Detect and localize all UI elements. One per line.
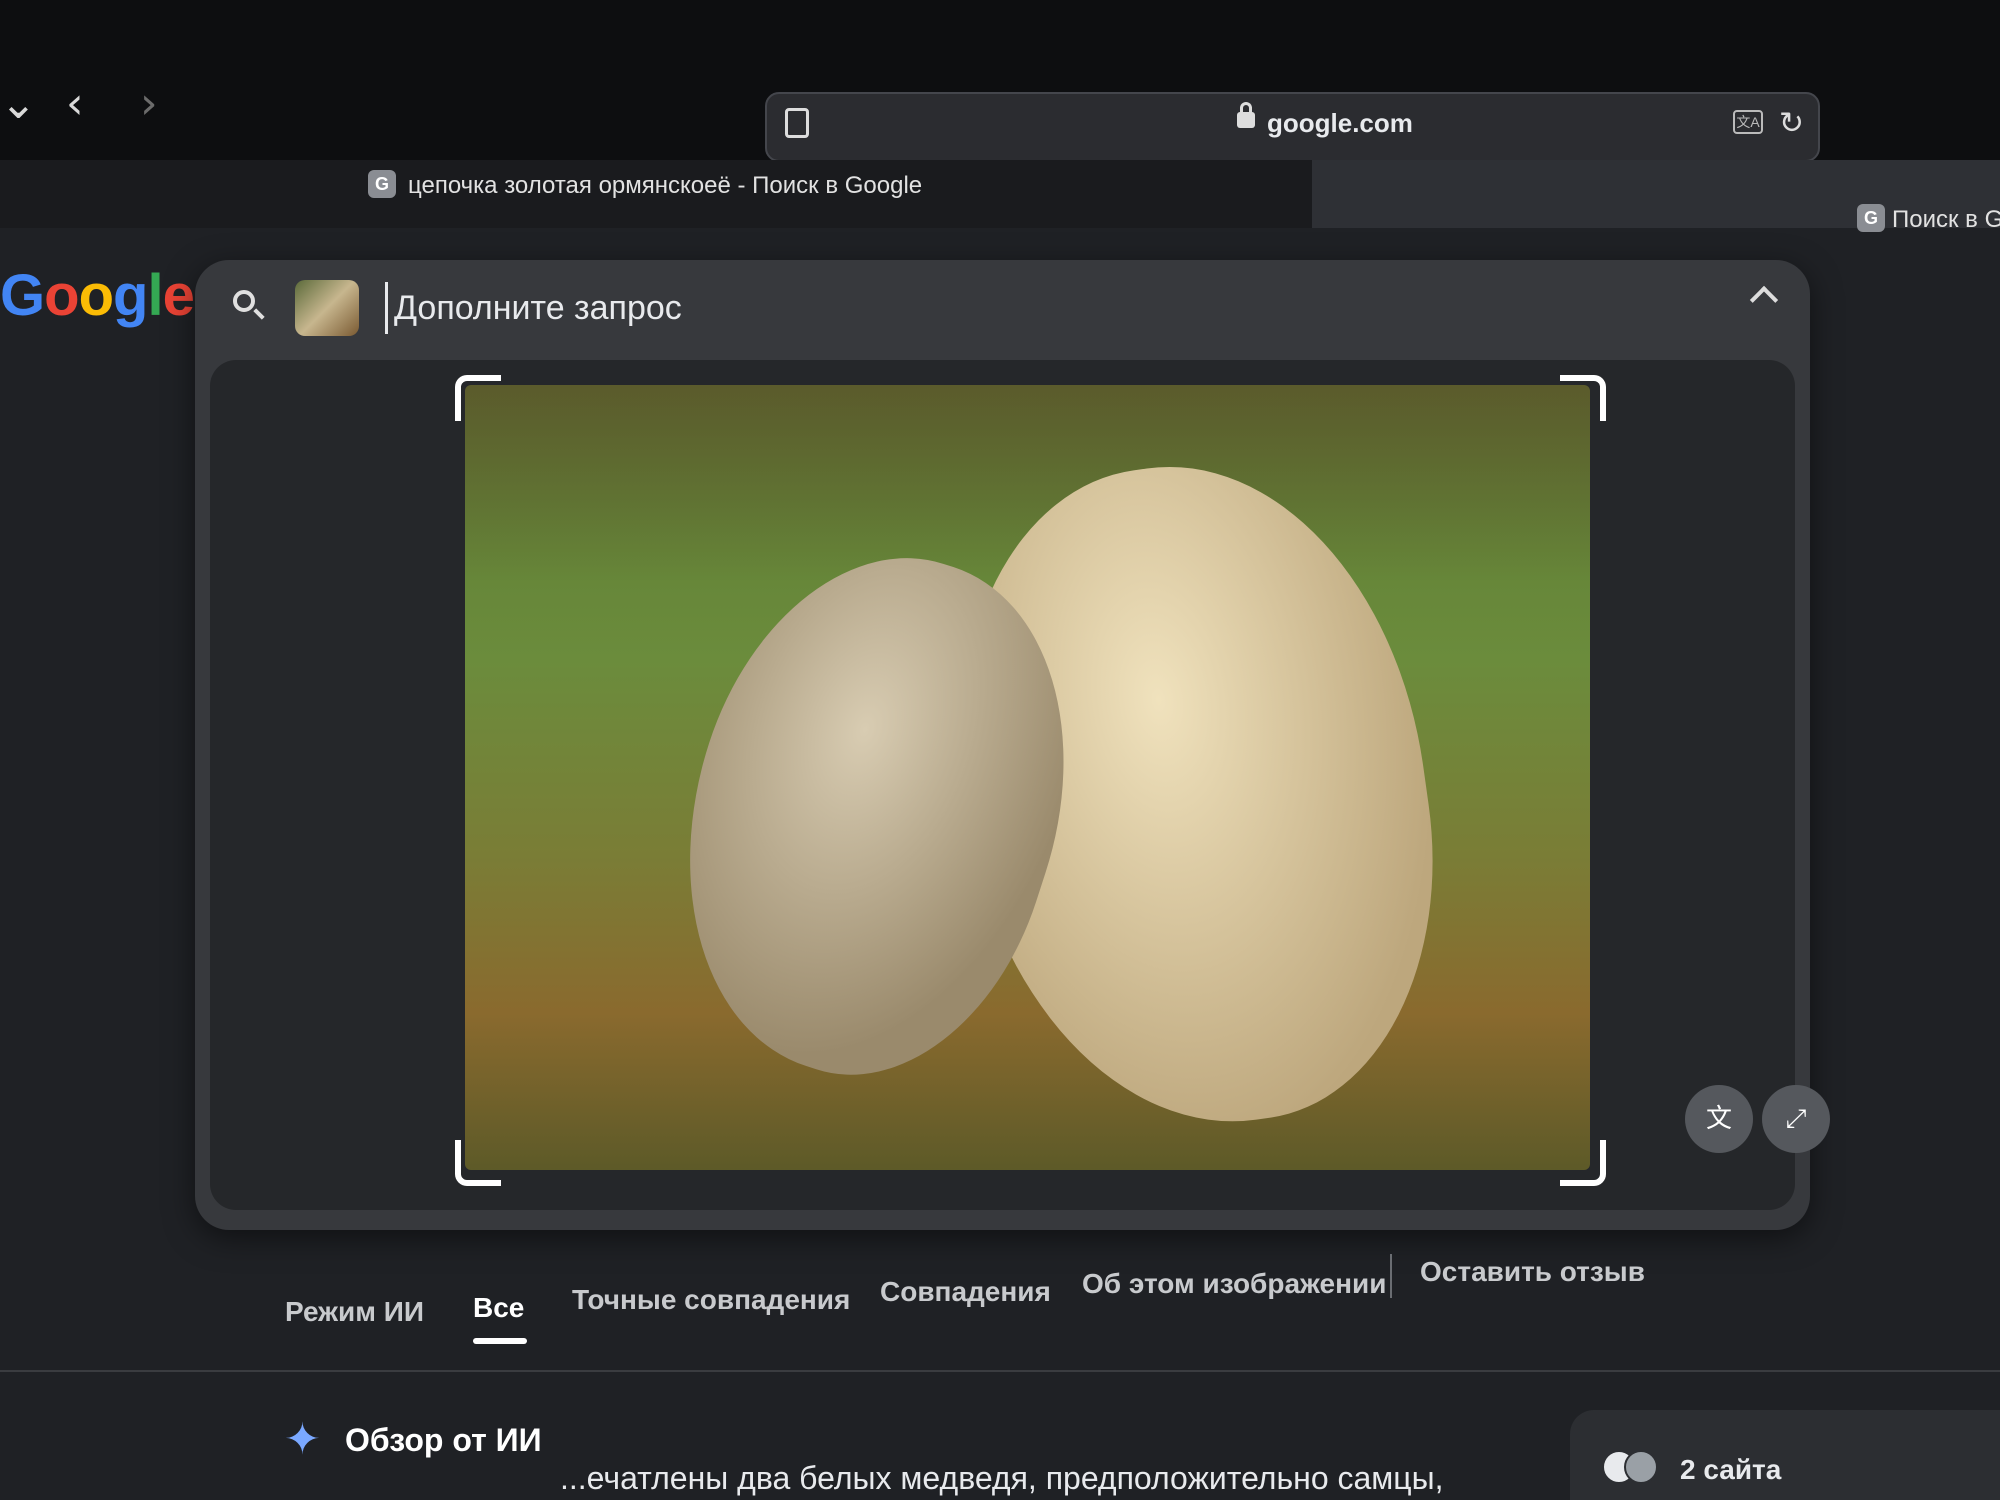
google-logo[interactable]: Google <box>0 262 195 329</box>
sources-chip[interactable]: 2 сайта <box>1570 1410 2000 1500</box>
sparkle-icon: ✦ <box>284 1414 321 1465</box>
tab-menu-chevron-icon[interactable]: ⌄ <box>0 78 37 129</box>
forward-button[interactable]: › <box>140 78 158 129</box>
crop-handle-top-right[interactable] <box>1560 375 1606 421</box>
polar-bears-photo[interactable] <box>465 385 1590 1170</box>
query-image-thumbnail[interactable] <box>295 280 359 336</box>
tab-inactive[interactable]: G Поиск в Goo <box>1312 160 2000 233</box>
lens-search-panel: 文 ⤢ <box>195 260 1830 1230</box>
search-icon[interactable] <box>233 290 255 312</box>
address-bar[interactable]: google.com 文A ↻ <box>765 92 1820 162</box>
tab-exact-matches[interactable]: Точные совпадения <box>572 1284 850 1316</box>
chevron-up-icon[interactable] <box>1749 285 1779 315</box>
reload-icon[interactable]: ↻ <box>1779 106 1804 141</box>
site-favicons-icon <box>1602 1450 1658 1484</box>
tab-divider <box>1390 1254 1392 1298</box>
crop-handle-bottom-left[interactable] <box>455 1140 501 1186</box>
search-input[interactable] <box>385 282 1596 334</box>
feedback-link[interactable]: Оставить отзыв <box>1420 1256 1645 1288</box>
divider <box>0 1370 2000 1372</box>
tab-ai-mode[interactable]: Режим ИИ <box>285 1296 424 1328</box>
google-favicon-icon: G <box>1857 204 1885 232</box>
ai-overview-text: ...ечатлены два белых медведя, предполож… <box>560 1460 1444 1496</box>
browser-toolbar: ⌄ ‹ › google.com 文A ↻ <box>0 0 2000 162</box>
sidebar-icon[interactable] <box>785 108 809 138</box>
crop-handle-bottom-right[interactable] <box>1560 1140 1606 1186</box>
sources-count: 2 сайта <box>1680 1454 1782 1485</box>
url-text[interactable]: google.com <box>1267 108 1413 139</box>
crop-handle-top-left[interactable] <box>455 375 501 421</box>
translate-button[interactable]: 文 <box>1685 1085 1753 1153</box>
tab-all[interactable]: Все <box>473 1292 524 1324</box>
tab-title: Поиск в Goo <box>1892 206 2000 233</box>
expand-button[interactable]: ⤢ <box>1762 1085 1830 1153</box>
back-button[interactable]: ‹ <box>66 78 84 129</box>
translate-icon[interactable]: 文A <box>1733 110 1763 134</box>
tab-title: цепочка золотая ормянскоeё - Поиск в Goo… <box>408 172 923 199</box>
image-viewer: 文 ⤢ <box>210 360 1830 1210</box>
active-tab-indicator <box>473 1338 527 1344</box>
tab-active[interactable]: G цепочка золотая ормянскоeё - Поиск в G… <box>0 160 1312 228</box>
tab-about-image[interactable]: Об этом изображении <box>1082 1268 1386 1300</box>
ai-overview-title: Обзор от ИИ <box>345 1422 542 1458</box>
lock-icon <box>1237 102 1255 128</box>
google-favicon-icon: G <box>368 170 396 198</box>
tab-matches[interactable]: Совпадения <box>880 1276 1051 1308</box>
